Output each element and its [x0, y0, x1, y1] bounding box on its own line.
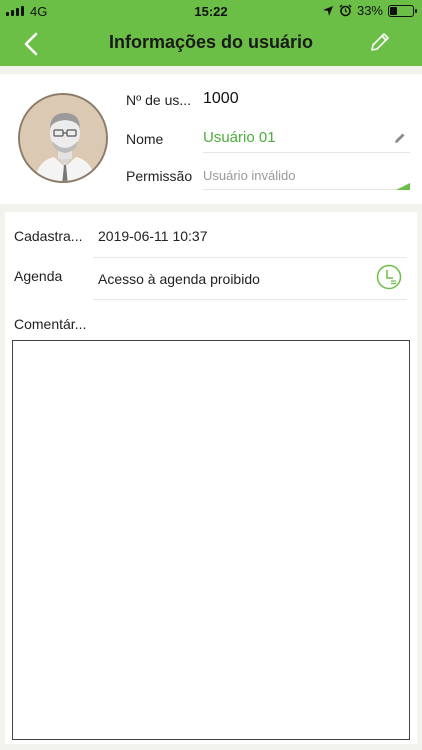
registered-value: 2019-06-11 10:37 [98, 228, 208, 244]
status-bar: 4G 15:22 33% [0, 0, 422, 22]
battery-icon [388, 4, 417, 17]
permission-row[interactable]: Permissão Usuário inválido [126, 160, 410, 190]
dropdown-corner-icon [396, 183, 410, 190]
schedule-row[interactable]: Agenda Acesso à agenda proibido [5, 258, 417, 300]
name-underline [203, 152, 410, 153]
alarm-icon [339, 4, 352, 17]
avatar[interactable] [18, 93, 108, 183]
clock-icon[interactable] [376, 264, 402, 290]
comment-textarea[interactable] [12, 340, 410, 740]
user-number-label: Nº de us... [126, 92, 192, 108]
user-number-value: 1000 [203, 90, 239, 107]
details-card: Cadastra... 2019-06-11 10:37 Agenda Aces… [5, 212, 417, 744]
profile-card: Nº de us... 1000 Nome Usuário 01 Permiss… [0, 74, 422, 204]
location-arrow-icon [322, 5, 333, 16]
permission-label: Permissão [126, 168, 193, 184]
app-header: 4G 15:22 33% Informações do usuário [0, 0, 422, 66]
permission-value[interactable]: Usuário inválido [203, 168, 296, 183]
user-avatar-icon [20, 95, 106, 181]
permission-underline [203, 189, 410, 190]
battery-percent: 33% [356, 3, 383, 18]
pencil-icon [371, 33, 389, 51]
comment-row: Comentár... [5, 308, 417, 338]
page-title: Informações do usuário [108, 32, 314, 52]
name-row[interactable]: Nome Usuário 01 [126, 123, 410, 153]
user-number-row: Nº de us... 1000 [126, 84, 410, 114]
status-right: 33% [322, 3, 417, 18]
comment-label: Comentár... [14, 316, 87, 332]
divider [93, 299, 407, 300]
schedule-value[interactable]: Acesso à agenda proibido [98, 271, 260, 287]
edit-button[interactable] [368, 30, 392, 54]
schedule-label: Agenda [14, 268, 63, 284]
registered-label: Cadastra... [14, 228, 83, 244]
name-label: Nome [126, 131, 164, 147]
edit-name-icon[interactable] [394, 132, 406, 144]
name-value[interactable]: Usuário 01 [203, 129, 276, 146]
registered-row: Cadastra... 2019-06-11 10:37 [5, 212, 417, 258]
